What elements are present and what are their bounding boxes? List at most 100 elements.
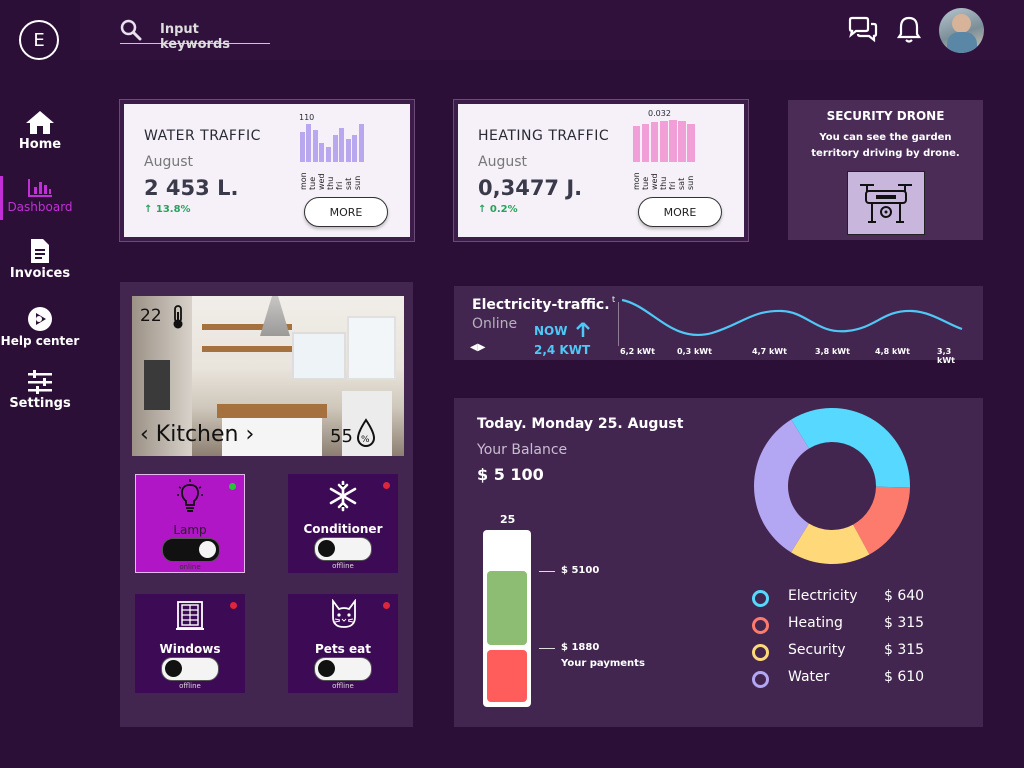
device-status: offline: [332, 682, 354, 690]
app-logo[interactable]: E: [19, 20, 59, 60]
balance-label: Your Balance: [477, 442, 568, 458]
electricity-y-label: t: [612, 295, 616, 304]
humidity-drop-icon: %: [356, 418, 376, 447]
expense-donut-chart: [754, 408, 910, 564]
bar-chart-icon: [28, 179, 52, 197]
electricity-now-value: 2,4 KWT: [534, 343, 591, 357]
heating-change: ↑ 0.2%: [478, 204, 518, 215]
device-toggle[interactable]: [161, 657, 219, 681]
device-toggle[interactable]: [162, 538, 220, 562]
balance-date: Today. Monday 25. August: [477, 416, 684, 432]
balance-amount: $ 5 100: [477, 465, 544, 484]
search-icon: [120, 19, 142, 41]
day-label: sat: [677, 177, 686, 190]
water-more-button[interactable]: MORE: [304, 197, 388, 227]
day-label: sun: [686, 175, 695, 190]
room-name: Kitchen: [155, 422, 239, 447]
donut-slice-electricity: [791, 408, 910, 488]
legend-label: Heating: [788, 615, 843, 631]
device-status: online: [179, 563, 201, 571]
status-dot: [383, 482, 390, 489]
water-day-labels: mon tue wed thu fri sat sun: [299, 166, 365, 190]
heating-mini-chart: [632, 120, 696, 162]
device-name: Conditioner: [303, 522, 383, 536]
water-change: ↑ 13.8%: [144, 204, 191, 215]
heating-month: August: [478, 154, 527, 170]
electricity-now: NOW: [534, 322, 591, 338]
status-dot: [229, 483, 236, 490]
device-lamp[interactable]: Lamp online: [135, 474, 245, 573]
mini-bar: [659, 121, 668, 162]
document-icon: [31, 239, 49, 263]
device-status: offline: [332, 562, 354, 570]
nav-invoices-label: Invoices: [9, 266, 71, 281]
bell-icon[interactable]: [897, 15, 921, 45]
nav-dashboard[interactable]: Dashboard: [0, 178, 80, 214]
device-name: Windows: [159, 642, 221, 656]
device-conditioner[interactable]: Conditioner offline: [288, 474, 398, 573]
nav-help-label: Help center: [0, 334, 80, 348]
meter-payment-fill: [487, 650, 527, 702]
kitchen-temperature: 22: [140, 306, 162, 326]
electricity-nav-arrows[interactable]: ◀▶: [470, 342, 485, 353]
mini-bar: [319, 143, 325, 162]
mini-bar: [678, 120, 686, 162]
nav-invoices[interactable]: Invoices: [0, 238, 80, 281]
nav-help-center[interactable]: Help center: [0, 306, 80, 348]
room-selector[interactable]: ‹ Kitchen ›: [140, 422, 254, 447]
day-label: mon: [299, 172, 308, 190]
legend-amount: $ 315: [884, 642, 925, 658]
legend-label: Electricity: [788, 588, 858, 604]
day-label: mon: [632, 172, 641, 190]
sliders-icon: [28, 370, 52, 394]
device-status: offline: [179, 682, 201, 690]
nav-home-label: Home: [18, 137, 62, 152]
svg-text:%: %: [361, 435, 370, 445]
electricity-status: Online: [472, 316, 518, 332]
day-label: tue: [308, 176, 317, 190]
mini-bar: [312, 129, 318, 162]
electricity-axis: [618, 302, 619, 346]
water-month: August: [144, 154, 193, 170]
nav-settings-label: Settings: [9, 396, 71, 411]
device-windows[interactable]: Windows offline: [135, 594, 245, 693]
mini-bar: [299, 131, 305, 162]
electricity-line-chart: [622, 298, 963, 336]
day-label: fri: [335, 181, 344, 190]
electricity-traffic-card: Electricity-traffic. Online NOW 2,4 KWT …: [454, 286, 983, 365]
device-pets-eat[interactable]: Pets eat offline: [288, 594, 398, 693]
water-title: WATER TRAFFIC: [144, 128, 261, 144]
day-label: fri: [668, 181, 677, 190]
balance-meter: [483, 530, 531, 707]
device-toggle[interactable]: [314, 657, 372, 681]
nav-home[interactable]: Home: [0, 109, 80, 152]
legend-amount: $ 610: [884, 669, 925, 685]
search-input[interactable]: Input keywords: [120, 16, 270, 52]
day-label: sun: [353, 175, 362, 190]
status-dot: [383, 602, 390, 609]
sidebar: E Home Dashboard Invoices Help center Se…: [0, 0, 80, 768]
thermometer-icon: [173, 305, 183, 329]
meter-payment-value: $ 1880: [561, 642, 600, 653]
drone-view-button[interactable]: [847, 171, 925, 235]
nav-settings[interactable]: Settings: [0, 370, 80, 411]
help-play-icon: [28, 307, 52, 331]
chat-icon[interactable]: [847, 16, 879, 44]
day-label: sat: [344, 177, 353, 190]
day-label: wed: [317, 173, 326, 190]
device-toggle[interactable]: [314, 537, 372, 561]
mini-bar: [687, 124, 695, 162]
nav-dashboard-label: Dashboard: [7, 200, 73, 214]
mini-bar: [345, 139, 351, 162]
kitchen-humidity: 55: [330, 426, 353, 447]
electricity-x-labels: 6,2 kWt 0,3 kWt 4,7 kWt 3,8 kWt 4,8 kWt …: [620, 347, 955, 365]
mini-bar: [306, 124, 312, 162]
search-placeholder: Input keywords: [160, 22, 230, 52]
legend-amount: $ 640: [884, 588, 925, 604]
electricity-title: Electricity-traffic.: [472, 297, 610, 313]
avatar[interactable]: [939, 8, 984, 53]
legend-marker: [752, 671, 769, 688]
legend-marker: [752, 617, 769, 634]
heating-more-button[interactable]: MORE: [638, 197, 722, 227]
arrow-up-icon: [575, 322, 590, 337]
